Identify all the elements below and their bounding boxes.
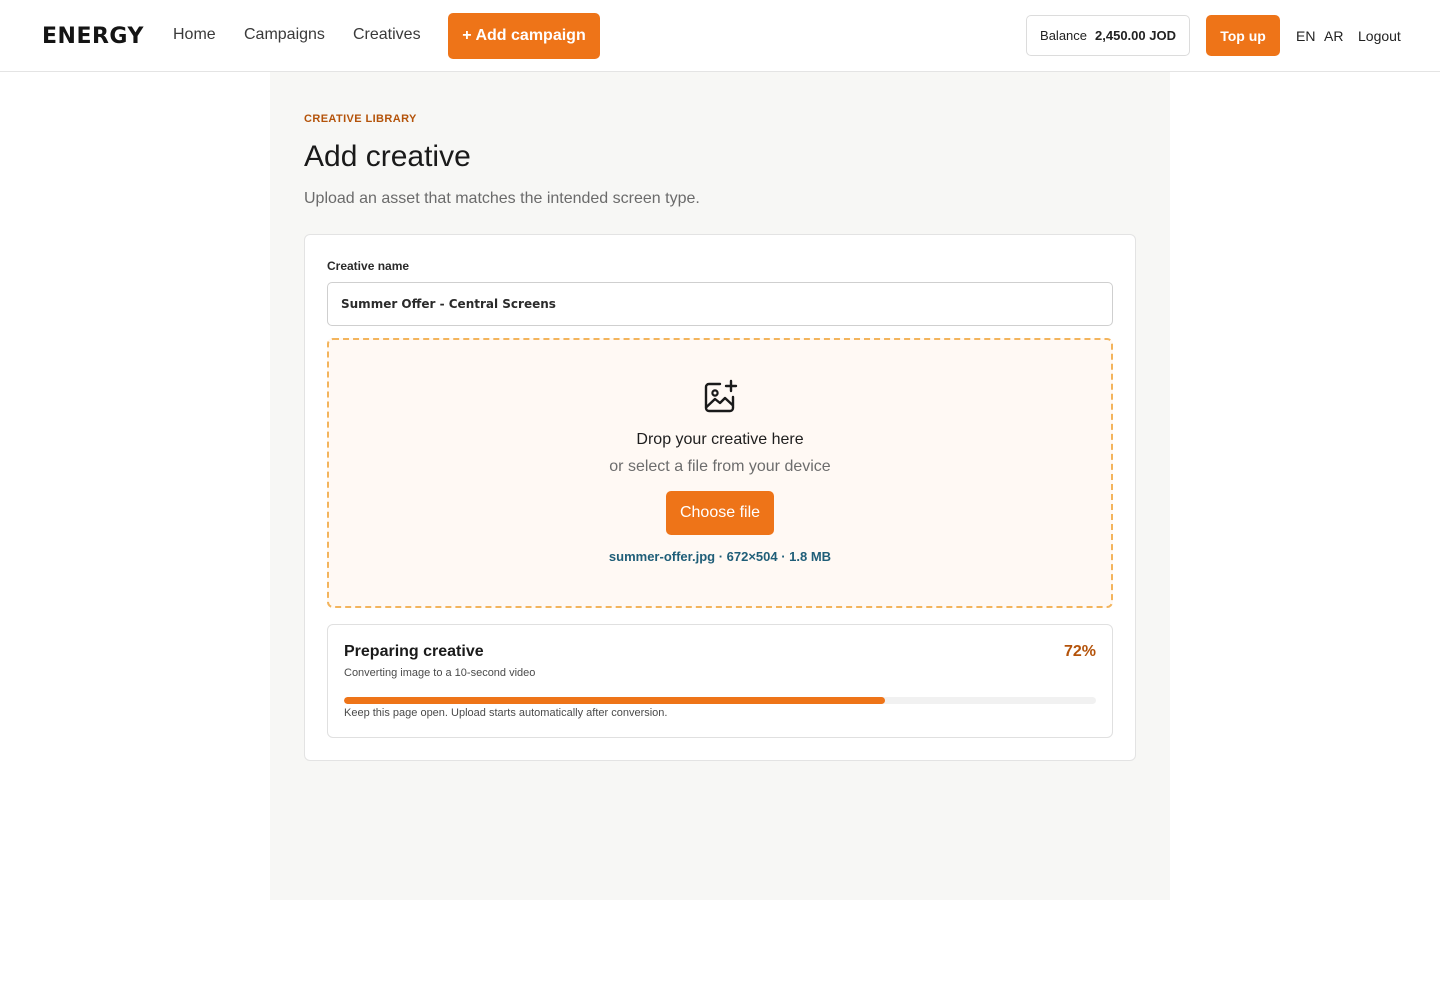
logout-link[interactable]: Logout <box>1358 28 1401 44</box>
balance-amount: 2,450.00 JOD <box>1095 28 1176 43</box>
progress-note: Keep this page open. Upload starts autom… <box>344 707 668 719</box>
selected-file-info: summer-offer.jpg · 672×504 · 1.8 MB <box>608 549 832 564</box>
dropzone-title: Drop your creative here <box>636 431 804 448</box>
image-plus-icon <box>704 379 738 413</box>
creative-name-label: Creative name <box>327 259 410 273</box>
page-subtitle: Upload an asset that matches the intende… <box>304 190 700 207</box>
top-up-button[interactable]: Top up <box>1206 15 1280 56</box>
add-campaign-button[interactable]: + Add campaign <box>448 13 600 59</box>
nav-campaigns[interactable]: Campaigns <box>244 26 325 44</box>
progress-bar-fill <box>344 697 886 704</box>
top-navigation-bar: ENERGY Home Campaigns Creatives + Add ca… <box>0 0 1440 72</box>
progress-bar-track <box>344 697 1096 704</box>
brand-logo[interactable]: ENERGY <box>42 24 144 49</box>
nav-home[interactable]: Home <box>173 26 216 44</box>
conversion-progress-card <box>327 624 1113 738</box>
page-title: Add creative <box>304 140 471 173</box>
language-ar-link[interactable]: AR <box>1324 28 1343 44</box>
language-en-link[interactable]: EN <box>1296 28 1315 44</box>
section-eyebrow: CREATIVE LIBRARY <box>304 113 417 125</box>
balance-label: Balance <box>1040 28 1088 43</box>
progress-subtitle: Converting image to a 10-second video <box>344 667 536 679</box>
nav-creatives[interactable]: Creatives <box>353 26 421 44</box>
balance-display: Balance 2,450.00 JOD <box>1026 15 1190 56</box>
creative-name-input[interactable] <box>327 282 1113 326</box>
choose-file-button[interactable]: Choose file <box>666 491 774 535</box>
progress-title: Preparing creative <box>344 643 484 660</box>
progress-percent: 72% <box>1063 643 1096 660</box>
dropzone-subtitle: or select a file from your device <box>609 458 831 475</box>
